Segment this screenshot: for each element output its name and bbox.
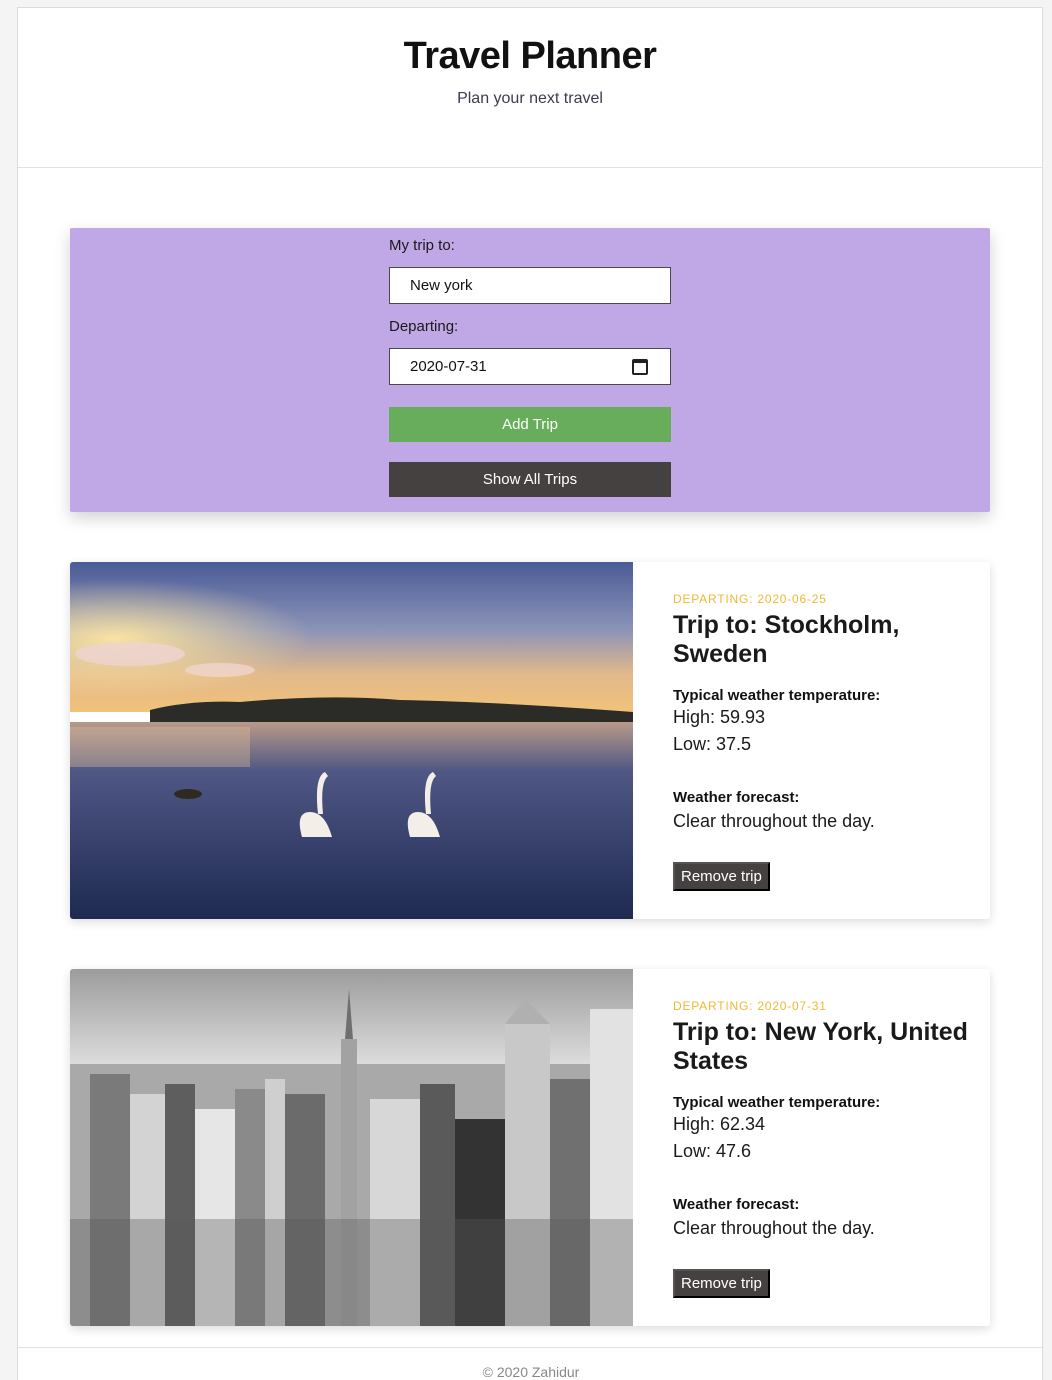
add-trip-button[interactable]: Add Trip xyxy=(389,407,671,442)
trip-title: Trip to: New York, United States xyxy=(673,1018,968,1075)
weather-forecast-label: Weather forecast: xyxy=(673,789,800,806)
destination-value: New york xyxy=(410,277,473,294)
weather-temperature-label: Typical weather temperature: xyxy=(673,1094,881,1111)
page-title: Travel Planner xyxy=(403,35,657,77)
show-all-trips-button[interactable]: Show All Trips xyxy=(389,462,671,497)
page-subtitle: Plan your next travel xyxy=(457,90,603,107)
destination-input[interactable]: New york xyxy=(389,267,671,304)
trip-departing-date: DEPARTING: 2020-06-25 xyxy=(673,592,827,606)
page-header: Travel Planner Plan your next travel xyxy=(18,8,1042,168)
trip-details: DEPARTING: 2020-07-31 Trip to: New York,… xyxy=(673,999,973,1298)
temperature-low: Low: 37.5 xyxy=(673,734,752,754)
trip-image-lake-swans xyxy=(70,562,633,919)
departing-date-input[interactable]: 2020-07-31 xyxy=(389,348,671,385)
weather-forecast-text: Clear throughout the day. xyxy=(673,811,875,831)
trip-card: DEPARTING: 2020-07-31 Trip to: New York,… xyxy=(70,969,990,1326)
page-footer: © 2020 Zahidur xyxy=(18,1347,1044,1380)
temperature-high: High: 62.34 xyxy=(673,1114,766,1134)
remove-trip-button[interactable]: Remove trip xyxy=(673,862,770,891)
trip-details: DEPARTING: 2020-06-25 Trip to: Stockholm… xyxy=(673,592,973,891)
temperature-high: High: 59.93 xyxy=(673,707,766,727)
weather-forecast-text: Clear throughout the day. xyxy=(673,1218,875,1238)
page-frame: Travel Planner Plan your next travel My … xyxy=(17,7,1044,1380)
trip-image-new-york-skyline xyxy=(70,969,633,1326)
trip-title: Trip to: Stockholm, Sweden xyxy=(673,611,900,668)
departing-date-value: 2020-07-31 xyxy=(410,358,487,375)
trip-departing-date: DEPARTING: 2020-07-31 xyxy=(673,999,827,1013)
weather-temperature-label: Typical weather temperature: xyxy=(673,687,881,704)
remove-trip-button[interactable]: Remove trip xyxy=(673,1269,770,1298)
calendar-icon[interactable] xyxy=(632,358,648,375)
weather-forecast-label: Weather forecast: xyxy=(673,1196,800,1213)
departing-label: Departing: xyxy=(389,318,459,335)
temperature-low: Low: 47.6 xyxy=(673,1141,752,1161)
destination-label: My trip to: xyxy=(389,237,455,254)
trip-card: DEPARTING: 2020-06-25 Trip to: Stockholm… xyxy=(70,562,990,919)
footer-copyright: © 2020 Zahidur xyxy=(482,1364,580,1380)
trip-form-panel: My trip to: New york Departing: 2020-07-… xyxy=(70,228,990,512)
